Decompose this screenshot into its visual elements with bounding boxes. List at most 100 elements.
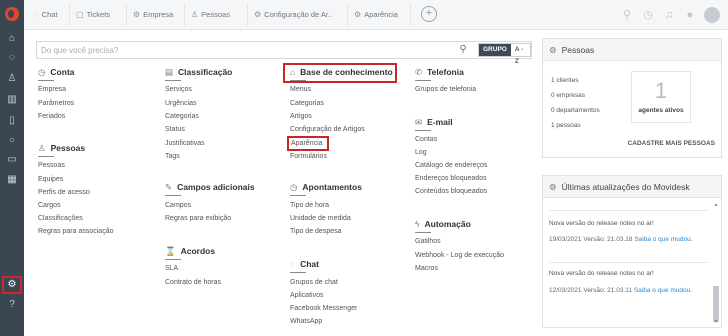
- section-title-text: Chat: [300, 259, 319, 269]
- inbox-icon[interactable]: ▭: [4, 153, 20, 167]
- menu-item-sla[interactable]: SLA: [165, 265, 178, 272]
- calendar-icon[interactable]: ▦: [4, 173, 20, 187]
- home-icon[interactable]: ⌂: [4, 32, 20, 46]
- menu-item-catalogo-enderecos[interactable]: Catálogo de endereços: [415, 162, 487, 169]
- avatar[interactable]: [704, 7, 720, 23]
- menu-item-empresa[interactable]: Empresa: [38, 86, 66, 93]
- menu-item-gatilhos[interactable]: Gatilhos: [415, 238, 441, 245]
- menu-item-unidade-medida[interactable]: Unidade de medida: [290, 215, 351, 222]
- tab-label: Empresa: [143, 10, 174, 19]
- scroll-up-icon[interactable]: ▲: [713, 202, 719, 208]
- menu-item-cargos[interactable]: Cargos: [38, 202, 61, 209]
- menu-item-perfis[interactable]: Perfis de acesso: [38, 189, 90, 196]
- section-underline: [415, 232, 431, 233]
- tab-label: Chat: [41, 10, 58, 19]
- new-tab-button[interactable]: +: [421, 6, 437, 22]
- sort-toggle: GRUPO A - Z: [478, 43, 531, 65]
- chart-icon[interactable]: ▥: [4, 93, 20, 107]
- search-icon[interactable]: ○: [4, 134, 20, 148]
- agents-label: agentes ativos: [638, 107, 684, 114]
- tab-chat[interactable]: ◌ Chat: [28, 4, 70, 26]
- search-icon[interactable]: ⚲: [456, 43, 470, 57]
- chat-bubble-icon[interactable]: ●: [683, 7, 697, 23]
- panel-header: ⚙ Pessoas: [543, 39, 721, 61]
- search-bar: ⚲ GRUPO A - Z: [36, 41, 532, 65]
- menu-item-feriados[interactable]: Feriados: [38, 113, 65, 120]
- chat-icon[interactable]: ◌: [4, 51, 20, 65]
- section-base-title: ⌂ Base de conhecimento: [290, 67, 393, 77]
- tab-configuracao[interactable]: ⚙ Configuração de Ar..: [248, 4, 348, 26]
- menu-item-status[interactable]: Status: [165, 126, 185, 133]
- menu-item-aparencia[interactable]: Aparência: [291, 140, 323, 147]
- scrollbar[interactable]: ▲ ▼: [713, 202, 719, 325]
- stat-pessoas[interactable]: 1 pessoas: [551, 122, 581, 129]
- section-title-text: Campos adicionais: [177, 182, 255, 192]
- stat-departamentos[interactable]: 0 departamentos: [551, 107, 600, 114]
- menu-item-parametros[interactable]: Parâmetros: [38, 100, 74, 107]
- menu-item-webhook-log[interactable]: Webhook - Log de execução: [415, 252, 504, 259]
- menu-item-grupos-chat[interactable]: Grupos de chat: [290, 279, 338, 286]
- tab-tickets[interactable]: ▢ Tickets: [70, 4, 127, 26]
- scroll-down-icon[interactable]: ▼: [713, 319, 719, 325]
- menu-item-campos[interactable]: Campos: [165, 202, 191, 209]
- menu-item-formularios[interactable]: Formulários: [290, 153, 327, 160]
- document-icon[interactable]: ▯: [4, 114, 20, 128]
- menu-item-aplicativos[interactable]: Aplicativos: [290, 292, 323, 299]
- tab-aparencia[interactable]: ⚙ Aparência: [348, 4, 411, 26]
- ticket-icon: ▢: [76, 10, 84, 19]
- menu-item-conteudos-bloqueados[interactable]: Conteúdos bloqueados: [415, 188, 487, 195]
- section-underline: [290, 195, 306, 196]
- menu-item-tipo-hora[interactable]: Tipo de hora: [290, 202, 329, 209]
- tab-pessoas[interactable]: ♙ Pessoas: [185, 4, 248, 26]
- help-icon[interactable]: ?: [4, 298, 20, 312]
- az-toggle-button[interactable]: A - Z: [510, 44, 530, 65]
- menu-item-menus[interactable]: Menus: [290, 86, 311, 93]
- search-input[interactable]: [41, 43, 451, 57]
- people-icon[interactable]: ♙: [4, 72, 20, 86]
- menu-item-regras-exibicao[interactable]: Regras para exibição: [165, 215, 231, 222]
- menu-item-tags[interactable]: Tags: [165, 153, 180, 160]
- section-apontamentos-title: ◷ Apontamentos: [290, 182, 362, 193]
- menu-item-urgencias[interactable]: Urgências: [165, 100, 197, 107]
- menu-item-facebook-messenger[interactable]: Facebook Messenger: [290, 305, 357, 312]
- stat-clientes[interactable]: 1 clientes: [551, 77, 578, 84]
- menu-item-categorias-kb[interactable]: Categorias: [290, 100, 324, 107]
- menu-item-pessoas[interactable]: Pessoas: [38, 162, 65, 169]
- bell-icon[interactable]: ♫: [662, 7, 676, 23]
- settings-icon: ⚙: [254, 10, 262, 19]
- menu-item-macros[interactable]: Macros: [415, 265, 438, 272]
- settings-icon[interactable]: ⚙: [2, 276, 22, 294]
- section-chat-title: ◌ Chat: [290, 259, 319, 269]
- menu-item-enderecos-bloqueados[interactable]: Endereços bloqueados: [415, 175, 487, 182]
- hourglass-icon: ⌛: [165, 246, 176, 256]
- menu-item-config-artigos[interactable]: Configuração de Artigos: [290, 126, 365, 133]
- tab-empresa[interactable]: ⚙ Empresa: [127, 4, 185, 26]
- gear-icon: ⚙: [549, 45, 557, 55]
- menu-item-grupos-telefonia[interactable]: Grupos de telefonia: [415, 86, 476, 93]
- menu-item-servicos[interactable]: Serviços: [165, 86, 192, 93]
- menu-item-regras-associacao[interactable]: Regras para associação: [38, 228, 114, 235]
- menu-item-equipes[interactable]: Equipes: [38, 176, 63, 183]
- menu-item-classificacoes[interactable]: Classificações: [38, 215, 83, 222]
- menu-item-log[interactable]: Log: [415, 149, 427, 156]
- search-icon[interactable]: ⚲: [620, 7, 634, 23]
- news-meta: 19/03/2021 Versão: 21.03.18 Saiba o que …: [549, 234, 699, 245]
- menu-item-tipo-despesa[interactable]: Tipo de despesa: [290, 228, 342, 235]
- menu-item-artigos[interactable]: Artigos: [290, 113, 312, 120]
- group-toggle-button[interactable]: GRUPO: [479, 44, 511, 56]
- envelope-icon: ✉: [415, 117, 423, 127]
- menu-item-contas[interactable]: Contas: [415, 136, 437, 143]
- news-link[interactable]: Saiba o que mudou.: [634, 236, 692, 243]
- menu-item-whatsapp[interactable]: WhatsApp: [290, 318, 322, 325]
- clock-icon[interactable]: ◷: [641, 7, 655, 23]
- news-link[interactable]: Saiba o que mudou.: [634, 287, 692, 294]
- menu-item-justificativas[interactable]: Justificativas: [165, 140, 205, 147]
- scrollbar-thumb[interactable]: [713, 286, 719, 322]
- cadastre-pessoas-link[interactable]: CADASTRE MAIS PESSOAS: [628, 140, 715, 147]
- stat-empresas[interactable]: 0 empresas: [551, 92, 585, 99]
- logo-icon[interactable]: [5, 7, 19, 21]
- menu-item-contrato-horas[interactable]: Contrato de horas: [165, 279, 221, 286]
- menu-item-categorias[interactable]: Categorias: [165, 113, 199, 120]
- section-title-text: Conta: [50, 67, 75, 77]
- top-right-icons: ⚲ ◷ ♫ ●: [613, 7, 720, 23]
